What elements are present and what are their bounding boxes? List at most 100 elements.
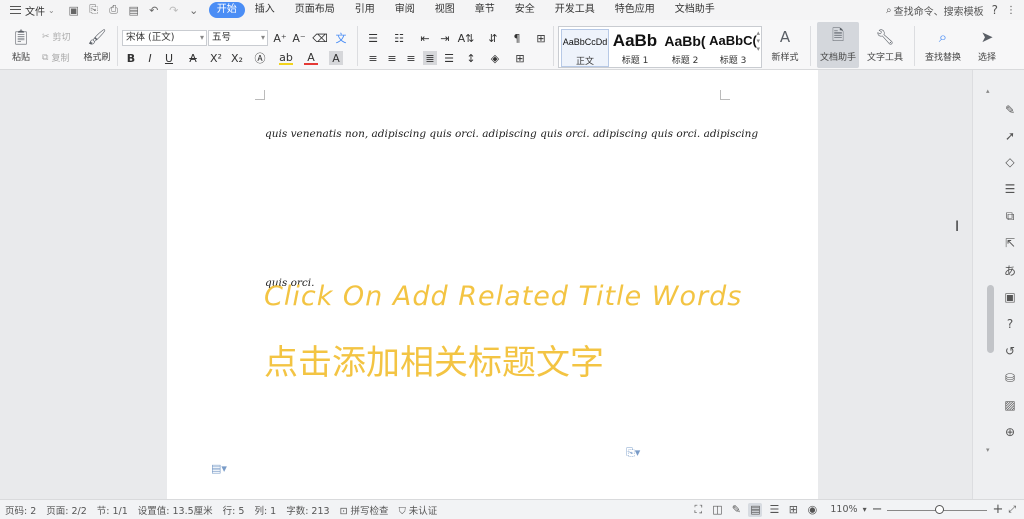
align-right-icon[interactable]: ≡ (404, 51, 418, 65)
page-view-icon[interactable]: ▤ (748, 502, 763, 517)
help-icon[interactable]: ? (1002, 316, 1018, 332)
scroll-up-icon[interactable]: ▴ (986, 87, 990, 95)
doc-assistant-button[interactable]: 🗎︎ 文档助手 (817, 22, 859, 68)
undo-icon[interactable]: ↶ (147, 4, 161, 17)
tab-doc-assistant[interactable]: 文档助手 (665, 2, 725, 18)
increase-indent-icon[interactable]: ⇥ (438, 31, 452, 45)
body-text-line[interactable]: quis venenatis non, adipiscing quis orci… (265, 128, 758, 140)
format-painter-button[interactable]: 🖌︎ 格式刷 (80, 22, 114, 68)
shapes-icon[interactable]: ◇ (1002, 154, 1018, 170)
tab-insert[interactable]: 插入 (245, 2, 285, 18)
title-english[interactable]: Click On Add Related Title Words (264, 281, 742, 312)
borders-icon[interactable]: ⊞ (513, 51, 527, 65)
text-direction-icon[interactable]: A⇅ (458, 31, 475, 45)
certification[interactable]: ⛉ 未认证 (394, 503, 443, 517)
scroll-down-icon[interactable]: ▾ (986, 446, 990, 454)
sort-icon[interactable]: ⇵ (486, 31, 500, 45)
italic-icon[interactable]: I (143, 51, 157, 65)
image-icon[interactable]: ▨ (1002, 397, 1018, 413)
underline-icon[interactable]: U (162, 51, 176, 65)
spell-check[interactable]: ⊡ 拼写检查 (335, 503, 394, 517)
export-icon[interactable]: ⎘ (87, 3, 101, 17)
reading-mode-icon[interactable]: ◫ (710, 503, 724, 517)
command-search[interactable]: ⌕ 查找命令、搜索模板 (886, 3, 984, 18)
paragraph-marks-icon[interactable]: ¶ (510, 31, 524, 45)
align-center-icon[interactable]: ≡ (385, 51, 399, 65)
zoom-slider[interactable] (887, 504, 988, 516)
vertical-scrollbar[interactable] (987, 285, 994, 353)
edit-icon[interactable]: ✎ (1002, 102, 1018, 118)
tab-view[interactable]: 视图 (425, 2, 465, 18)
tab-security[interactable]: 安全 (505, 2, 545, 18)
distribute-icon[interactable]: ☰ (442, 51, 456, 65)
decrease-indent-icon[interactable]: ⇤ (418, 31, 432, 45)
style-heading-3[interactable]: AaBbC( 标题 3 (709, 29, 757, 67)
tab-special-apps[interactable]: 特色应用 (605, 2, 665, 18)
backup-icon[interactable]: ⛁ (1002, 370, 1018, 386)
bullet-list-icon[interactable]: ☰ (366, 31, 380, 45)
zoom-slider-knob[interactable] (934, 504, 944, 514)
row-info[interactable]: 行: 5 (218, 503, 250, 517)
col-info[interactable]: 列: 1 (249, 503, 281, 517)
paste-button[interactable]: 📋︎ 粘贴 (4, 22, 38, 68)
layout-icon[interactable]: ▣ (1002, 289, 1018, 305)
print-preview-icon[interactable]: ▤ (127, 4, 141, 17)
tab-section[interactable]: 章节 (465, 2, 505, 18)
file-menu[interactable]: 文件 ⌄ (0, 0, 61, 20)
phonetic-guide-icon[interactable]: 文 (334, 31, 348, 45)
find-replace-button[interactable]: ⌕ 查找替换 (920, 22, 966, 68)
adjust-icon[interactable]: ☰ (1002, 181, 1018, 197)
bold-icon[interactable]: B (124, 51, 138, 65)
gallery-scroll-icon[interactable]: ▴ ▾ ▾ (756, 29, 760, 53)
copy-doc-icon[interactable]: ⧉ (1002, 208, 1018, 224)
title-chinese[interactable]: 点击添加相关标题文字 (264, 335, 604, 384)
text-tools-button[interactable]: 🔧︎ 文字工具 (863, 22, 907, 68)
tab-developer[interactable]: 开发工具 (545, 2, 605, 18)
setting-value[interactable]: 设置值: 13.5厘米 (133, 503, 218, 517)
char-shading-icon[interactable]: A (329, 51, 343, 65)
cut-button[interactable]: ✂ 剪切 (42, 30, 71, 44)
zoom-out-icon[interactable]: − (872, 502, 883, 517)
share-icon[interactable]: ⇱ (1002, 235, 1018, 251)
select-button[interactable]: ➤ 选择 (970, 22, 1004, 68)
align-left-icon[interactable]: ≡ (366, 51, 380, 65)
section-info[interactable]: 节: 1/1 (92, 503, 133, 517)
highlight-icon[interactable]: ab (279, 51, 293, 65)
decrease-font-icon[interactable]: A⁻ (292, 31, 306, 45)
font-name-select[interactable]: 宋体 (正文) ▾ (122, 30, 207, 46)
tab-home[interactable]: 开始 (208, 2, 245, 18)
translate-icon[interactable]: あ (1002, 262, 1018, 278)
download-icon[interactable]: ⊕ (1002, 424, 1018, 440)
style-heading-1[interactable]: AaBb 标题 1 (611, 29, 659, 67)
tab-review[interactable]: 审阅 (385, 2, 425, 18)
numbered-list-icon[interactable]: ☷ (392, 31, 406, 45)
outline-view-icon[interactable]: ☰ (767, 503, 781, 517)
style-normal[interactable]: AaBbCcDd 正文 (561, 29, 609, 67)
more-icon[interactable]: ⋮ (1006, 5, 1016, 16)
paragraph-layout-icon[interactable]: ▤▾ (211, 462, 227, 475)
copy-button[interactable]: ⧉ 复制 (42, 51, 69, 65)
font-color-icon[interactable]: A (304, 51, 318, 65)
web-view-icon[interactable]: ⊞ (786, 503, 800, 517)
shading-icon[interactable]: ◈ (488, 51, 502, 65)
word-count[interactable]: 字数: 213 (281, 503, 334, 517)
font-size-select[interactable]: 五号 ▾ (208, 30, 268, 46)
subscript-icon[interactable]: X₂ (230, 51, 244, 65)
history-icon[interactable]: ↺ (1002, 343, 1018, 359)
style-heading-2[interactable]: AaBb( 标题 2 (661, 29, 709, 67)
tab-page-layout[interactable]: 页面布局 (285, 2, 345, 18)
eye-protection-icon[interactable]: ◉ (805, 503, 819, 517)
fullscreen-icon[interactable]: ⛶ (691, 503, 705, 517)
write-mode-icon[interactable]: ✎ (729, 503, 743, 517)
more-commands-icon[interactable]: ⌄ (187, 4, 201, 17)
text-effect-icon[interactable]: Ⓐ (253, 51, 267, 65)
increase-font-icon[interactable]: A⁺ (273, 31, 287, 45)
zoom-level[interactable]: 110% (830, 504, 857, 515)
table-style-icon[interactable]: ⊞ (534, 31, 548, 45)
redo-icon[interactable]: ↷ (167, 4, 181, 17)
help-icon[interactable]: ? (992, 3, 998, 17)
pointer-icon[interactable]: ➚ (1002, 128, 1018, 144)
eraser-icon[interactable]: ⌫ (312, 31, 328, 45)
superscript-icon[interactable]: X² (209, 51, 223, 65)
page-number[interactable]: 页码: 2 (0, 503, 41, 517)
